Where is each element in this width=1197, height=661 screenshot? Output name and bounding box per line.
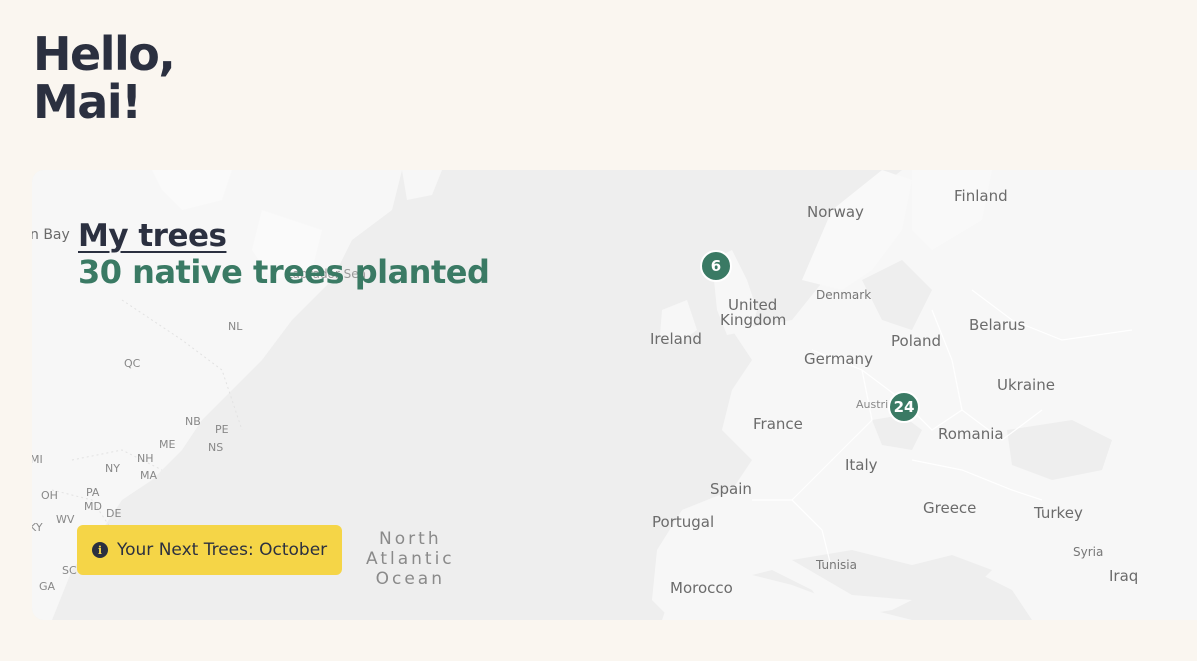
greeting-heading: Hello, Mai! [33,27,176,129]
map-label-iraq: Iraq [1109,567,1139,585]
next-trees-badge: i Your Next Trees: October [77,525,343,575]
map-label-wv: WV [56,513,75,526]
map-label-finland: Finland [954,187,1008,205]
map-label-ocean: North Atlantic Ocean [366,529,455,589]
map-label-united-kingdom-2: Kingdom [720,311,787,329]
map-label-italy: Italy [845,456,878,474]
map-label-ga: GA [39,580,56,593]
map-label-pa: PA [86,486,100,499]
map-label-norway: Norway [807,203,864,221]
map-label-ireland: Ireland [650,330,702,348]
map-label-france: France [753,415,803,433]
map-label-oh: OH [41,489,58,502]
map-label-germany: Germany [804,350,873,368]
map-label-ocean-line-1: North [379,529,442,549]
map-label-pe: PE [215,423,229,436]
map-label-morocco: Morocco [670,579,733,597]
map-label-tunisia: Tunisia [816,558,857,572]
map-label-ocean-line-2: Atlantic [366,549,455,569]
map-label-mi: MI [32,453,43,466]
map-label-austria: Austri [856,398,889,411]
map-label-portugal: Portugal [652,513,715,531]
greeting-line-1: Hello, [33,27,176,81]
trees-planted-count: 30 native trees planted [78,253,490,291]
map-label-romania: Romania [938,425,1004,443]
map-label-qc: QC [124,357,141,370]
map-label-syria: Syria [1073,545,1104,559]
map-label-nl: NL [228,320,243,333]
map-label-poland: Poland [891,332,942,350]
map-label-belarus: Belarus [969,316,1026,334]
map-label-sc: SC [62,564,77,577]
map-label-ky: KY [32,521,43,534]
map-label-nb: NB [185,415,201,428]
map-label-greece: Greece [923,499,977,517]
next-trees-label: Your Next Trees: October [117,540,328,560]
map-label-md: MD [84,500,102,513]
my-trees-link[interactable]: My trees [78,218,227,254]
map-label-ukraine: Ukraine [997,376,1055,394]
map-label-bay: n Bay [32,227,70,243]
map-label-ocean-line-3: Ocean [375,569,446,589]
map-label-ns: NS [208,441,224,454]
map-label-me: ME [159,438,176,451]
greeting-user-name: Mai! [33,75,142,129]
map-marker-uk[interactable]: 6 [700,250,732,282]
map-label-ma: MA [140,469,158,482]
map-marker-austria[interactable]: 24 [888,391,920,423]
map-label-nh: NH [137,452,154,465]
map-label-ny: NY [105,462,120,475]
info-icon: i [92,542,108,558]
map-label-turkey: Turkey [1034,504,1083,522]
map-label-spain: Spain [710,480,752,498]
map-label-de: DE [106,507,122,520]
map-label-denmark: Denmark [816,288,872,302]
